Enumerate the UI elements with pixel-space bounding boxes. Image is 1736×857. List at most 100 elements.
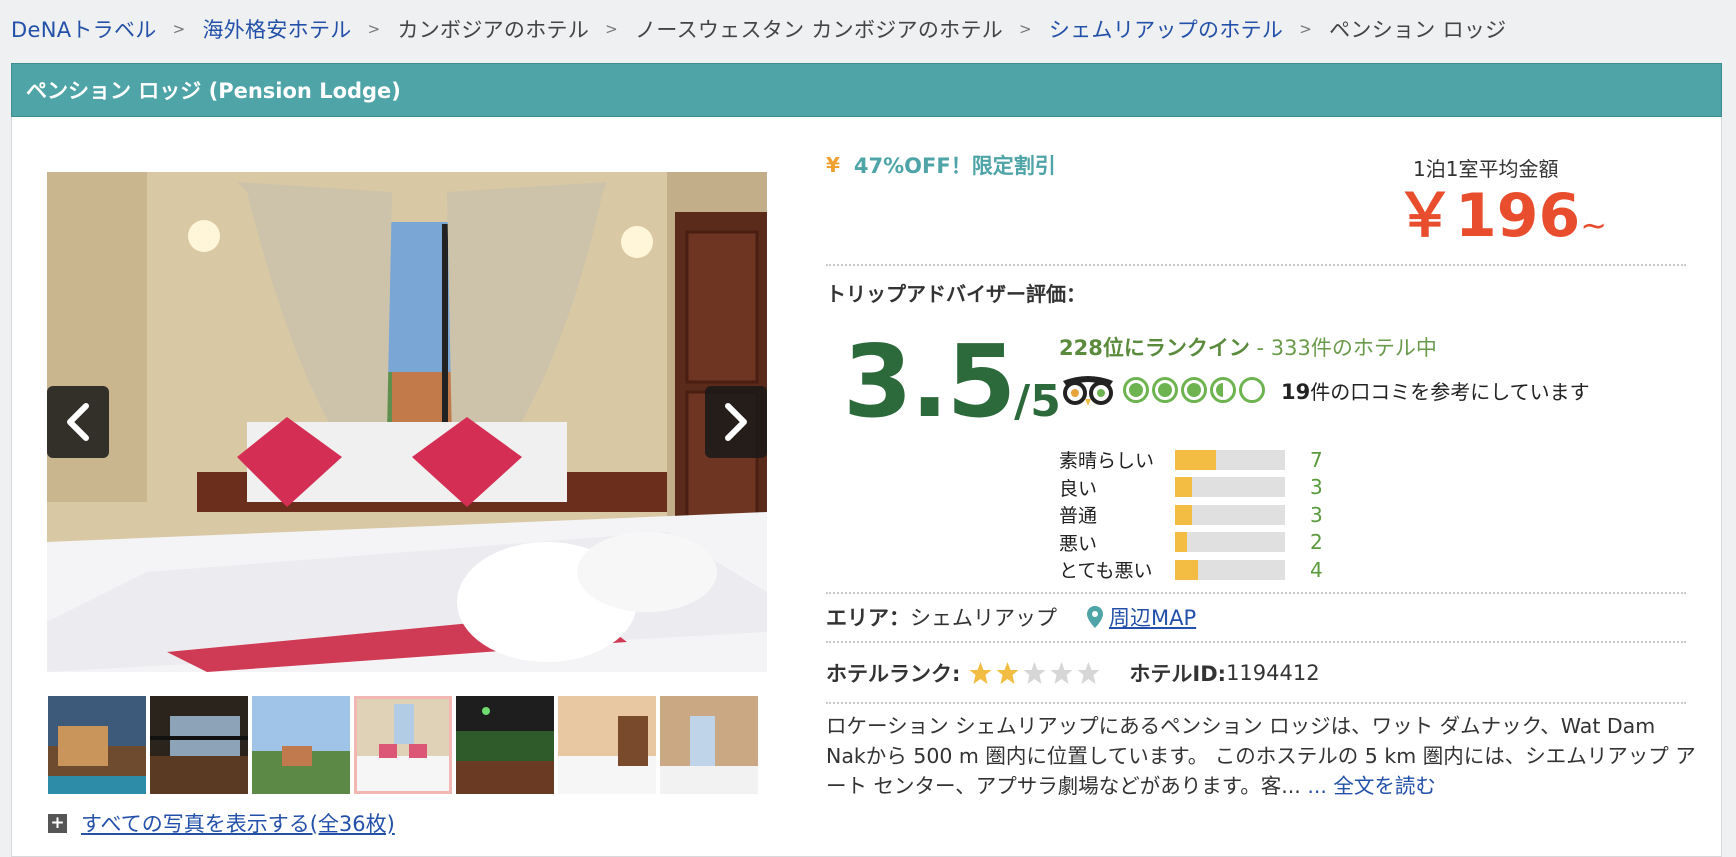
breadcrumb-link-overseas-hotels[interactable]: 海外格安ホテル (202, 14, 351, 44)
price-label: 1泊1室平均金額 (1413, 157, 1559, 181)
next-photo-button[interactable] (705, 386, 767, 458)
photo-thumbnail[interactable] (150, 696, 248, 794)
breadcrumb-link-dena-travel[interactable]: DeNAトラベル (11, 14, 157, 44)
discount-badge: ¥ 47%OFF！限定割引 (826, 150, 1056, 180)
ranking: 228位にランクイン - 333件のホテル中 (1059, 332, 1437, 362)
hotel-id-value: 1194412 (1226, 661, 1320, 685)
price: ￥196~ (1395, 186, 1607, 246)
breadcrumb-item-current: ペンション ロッジ (1329, 18, 1507, 42)
distribution-count: 4 (1310, 557, 1323, 582)
divider (826, 592, 1686, 594)
distribution-count: 2 (1310, 530, 1323, 555)
star-icon (1077, 662, 1100, 684)
read-more-link[interactable]: ... 全文を読む (1301, 774, 1436, 798)
distribution-bar-fill (1175, 559, 1199, 580)
breadcrumb: DeNAトラベル > 海外格安ホテル > カンボジアのホテル > ノースウェスタ… (11, 14, 1506, 44)
star-icon (1023, 662, 1046, 684)
distribution-bar (1175, 477, 1285, 498)
photo-thumbnail[interactable] (558, 696, 656, 794)
score-value: 3.5 (843, 323, 1016, 440)
price-suffix: ~ (1580, 206, 1608, 244)
bedroom-photo (47, 172, 767, 672)
price-amount: ￥196 (1395, 181, 1581, 251)
hotel-id-label: ホテルID: (1129, 662, 1227, 686)
hotel-description: ロケーション シェムリアップにあるペンション ロッジは、ワット ダムナック、Wa… (826, 711, 1696, 801)
main-photo[interactable] (47, 172, 767, 672)
plus-icon[interactable]: + (48, 813, 67, 833)
breadcrumb-item-northwestern-cambodia: ノースウェスタン カンボジアのホテル (635, 18, 1004, 42)
photo-thumbnail[interactable] (48, 696, 146, 794)
distribution-label: 素晴らしい (1059, 450, 1155, 473)
distribution-bar (1175, 532, 1285, 553)
photo-thumbnail[interactable] (456, 696, 554, 794)
distribution-count: 7 (1310, 447, 1323, 472)
review-count-number: 19 (1281, 379, 1311, 404)
distribution-row: 悪い 2 (1059, 529, 1323, 557)
rating-bubble (1210, 377, 1236, 403)
breadcrumb-separator: > (1299, 20, 1313, 38)
review-count-text: 件の口コミを参考にしています (1310, 379, 1590, 404)
breadcrumb-separator: > (367, 20, 381, 38)
map-pin-icon (1087, 606, 1103, 628)
rank-suffix: - 333件のホテル中 (1249, 336, 1437, 360)
photo-thumbnail[interactable] (252, 696, 350, 794)
distribution-bar-fill (1175, 449, 1216, 470)
hotel-rank-stars (968, 661, 1101, 685)
hotel-rank-row: ホテルランク: ホテルID: 1194412 (826, 658, 1320, 688)
distribution-label: 良い (1059, 477, 1098, 500)
distribution-bar-fill (1175, 504, 1193, 525)
discount-label: 47%OFF！限定割引 (853, 154, 1056, 178)
thumbnail-strip (48, 696, 758, 794)
rating-bubble (1123, 377, 1149, 403)
tripadvisor-label: トリップアドバイザー評価： (826, 282, 1086, 306)
yen-icon: ¥ (826, 153, 840, 177)
distribution-bar (1175, 504, 1285, 525)
distribution-bar (1175, 449, 1285, 470)
breadcrumb-item-cambodia: カンボジアのホテル (397, 18, 590, 42)
hotel-title: ペンション ロッジ (Pension Lodge) (26, 79, 401, 103)
show-all-photos: + すべての写真を表示する(全36枚) (48, 808, 395, 838)
divider (826, 641, 1686, 643)
rank-text: 228位にランクイン (1059, 336, 1250, 360)
distribution-row: 普通 3 (1059, 501, 1323, 529)
breadcrumb-separator: > (1019, 20, 1032, 38)
rating-bubble (1181, 377, 1207, 403)
distribution-row: 良い 3 (1059, 474, 1323, 502)
rating-bubble (1152, 377, 1178, 403)
distribution-bar-fill (1175, 532, 1187, 553)
divider (826, 702, 1686, 704)
distribution-count: 3 (1310, 502, 1323, 527)
distribution-label: 普通 (1059, 505, 1098, 528)
chevron-left-icon (67, 403, 89, 441)
divider (826, 264, 1686, 266)
distribution-row: 素晴らしい 7 (1059, 446, 1323, 474)
area-value: シェムリアップ (910, 606, 1057, 630)
score-max: /5 (1014, 376, 1061, 427)
rating-bubble (1239, 377, 1265, 403)
tripadvisor-score: 3.5/5 (843, 332, 1061, 432)
hotel-title-bar: ペンション ロッジ (Pension Lodge) (11, 63, 1722, 117)
star-icon (1050, 662, 1073, 684)
distribution-row: とても悪い 4 (1059, 556, 1323, 584)
tripadvisor-owl-icon (1063, 376, 1113, 406)
distribution-bar (1175, 559, 1285, 580)
show-all-photos-link[interactable]: すべての写真を表示する(全36枚) (81, 808, 395, 838)
nearby-map-link[interactable]: 周辺MAP (1109, 602, 1196, 632)
breadcrumb-separator: > (605, 20, 619, 38)
star-icon (996, 662, 1019, 684)
photo-thumbnail-active[interactable] (354, 696, 452, 794)
prev-photo-button[interactable] (47, 386, 109, 458)
area-row: エリア： シェムリアップ 周辺MAP (826, 602, 1196, 632)
photo-thumbnail[interactable] (660, 696, 758, 794)
distribution-count: 3 (1310, 475, 1323, 500)
area-label: エリア： (826, 606, 910, 630)
rating-distribution: 素晴らしい 7 良い 3 普通 3 悪い 2 とても悪い 4 (1059, 446, 1323, 584)
rating-bubbles (1123, 377, 1265, 403)
distribution-label: とても悪い (1059, 560, 1153, 583)
distribution-bar-fill (1175, 477, 1193, 498)
breadcrumb-link-siem-reap[interactable]: シェムリアップのホテル (1049, 14, 1283, 44)
breadcrumb-separator: > (172, 20, 186, 38)
description-text: ロケーション シェムリアップにあるペンション ロッジは、ワット ダムナック、Wa… (826, 714, 1696, 798)
review-count: 19件の口コミを参考にしています (1281, 376, 1590, 405)
bubble-rating-row: 19件の口コミを参考にしています (1059, 373, 1590, 407)
